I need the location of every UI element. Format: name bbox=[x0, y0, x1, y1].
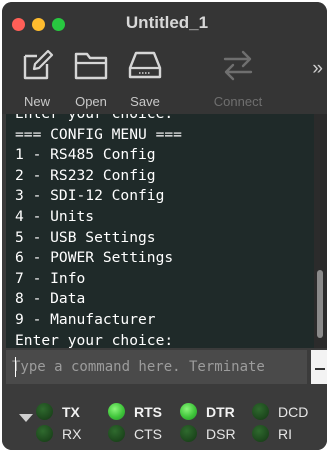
dsr-led-indicator bbox=[180, 425, 197, 442]
terminal-output[interactable]: Enter your choice: === CONFIG MENU === 1… bbox=[6, 114, 314, 348]
open-button[interactable]: Open bbox=[64, 48, 118, 112]
folder-icon bbox=[74, 52, 108, 80]
terminal-line: 1 - RS485 Config bbox=[15, 146, 156, 164]
ri-led-indicator bbox=[252, 425, 269, 442]
rx-led-indicator bbox=[36, 425, 53, 442]
connect-arrows-icon bbox=[223, 50, 253, 81]
signal-label: DTR bbox=[206, 404, 235, 420]
signal-label: RI bbox=[278, 426, 292, 442]
terminal-line: === CONFIG MENU === bbox=[15, 125, 182, 143]
status-bar: TX RTS DTR DCD RX CTS DSR RI bbox=[2, 388, 327, 450]
save-button[interactable]: Save bbox=[118, 48, 172, 112]
dash-icon bbox=[315, 368, 325, 370]
scrollbar-thumb[interactable] bbox=[317, 270, 323, 338]
new-label: New bbox=[23, 94, 50, 109]
command-bar bbox=[6, 350, 307, 384]
terminal-line: 5 - USB Settings bbox=[15, 228, 156, 246]
drive-icon bbox=[128, 51, 162, 79]
signal-label: DCD bbox=[278, 404, 309, 420]
command-history-dropdown[interactable] bbox=[311, 350, 327, 384]
terminal-line: 7 - Info bbox=[15, 269, 86, 287]
tx-led-indicator bbox=[36, 403, 53, 420]
minimize-window-button[interactable] bbox=[32, 18, 45, 31]
rts-led-indicator bbox=[108, 403, 125, 420]
terminal-window: Untitled_1 New Open Save Connect » === C… bbox=[2, 2, 327, 450]
signal-label: DSR bbox=[206, 426, 236, 442]
dcd-led-indicator bbox=[252, 403, 269, 420]
connect-button[interactable]: Connect bbox=[211, 48, 265, 112]
terminal-line: Enter your choice: bbox=[15, 114, 182, 125]
signal-label: RX bbox=[62, 426, 82, 442]
save-label: Save bbox=[130, 94, 160, 109]
collapse-triangle-icon[interactable] bbox=[19, 414, 33, 422]
terminal-line: 2 - RS232 Config bbox=[15, 166, 156, 184]
terminal-line: 9 - Manufacturer bbox=[15, 310, 156, 328]
close-window-button[interactable] bbox=[12, 18, 25, 31]
terminal-line: 8 - Data bbox=[15, 290, 86, 308]
signal-label: TX bbox=[62, 404, 80, 420]
zoom-window-button[interactable] bbox=[52, 18, 65, 31]
new-document-icon bbox=[23, 49, 54, 80]
signal-label: RTS bbox=[134, 404, 162, 420]
cts-led-indicator bbox=[108, 425, 125, 442]
terminal-line: 3 - SDI-12 Config bbox=[15, 187, 165, 205]
terminal-line: 6 - POWER Settings bbox=[15, 249, 174, 267]
new-button[interactable]: New bbox=[10, 48, 64, 112]
text-caret bbox=[15, 357, 16, 377]
dtr-led-indicator bbox=[180, 403, 197, 420]
toolbar-overflow-button[interactable]: » bbox=[312, 58, 323, 80]
command-input[interactable] bbox=[6, 350, 307, 384]
window-title: Untitled_1 bbox=[125, 13, 209, 32]
terminal-scrollbar[interactable] bbox=[314, 114, 327, 348]
terminal-line: Enter your choice: bbox=[15, 331, 174, 348]
terminal-lines: Enter your choice: === CONFIG MENU === 1… bbox=[15, 114, 182, 348]
title-bar: Untitled_1 New Open Save Connect » bbox=[2, 2, 327, 114]
signal-label: CTS bbox=[134, 426, 162, 442]
terminal-line: 4 - Units bbox=[15, 207, 95, 225]
open-label: Open bbox=[75, 94, 107, 109]
connect-label: Connect bbox=[213, 94, 263, 109]
